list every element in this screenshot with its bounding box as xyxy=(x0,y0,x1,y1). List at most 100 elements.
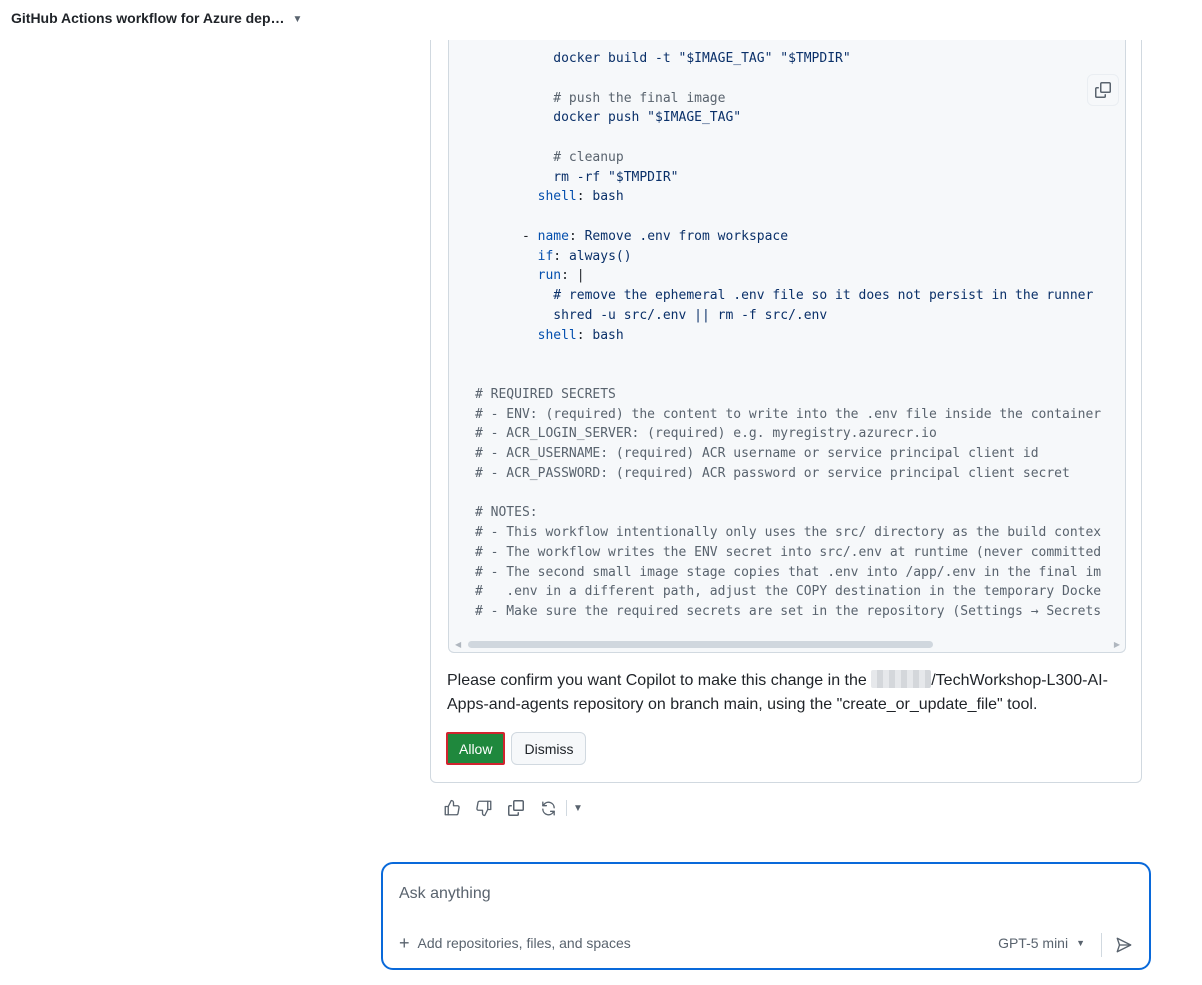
conversation-title-dropdown[interactable]: GitHub Actions workflow for Azure dep… ▼ xyxy=(11,10,302,26)
confirm-actions: Allow Dismiss xyxy=(446,732,587,765)
code-token: shell xyxy=(475,189,577,205)
allow-button[interactable]: Allow xyxy=(446,732,506,765)
code-line: # - ACR_PASSWORD: (required) ACR passwor… xyxy=(475,464,1125,484)
chevron-down-icon: ▼ xyxy=(292,13,303,25)
code-line: # - ENV: (required) the content to write… xyxy=(475,405,1125,425)
dismiss-button[interactable]: Dismiss xyxy=(511,732,587,765)
code-line: # - ACR_LOGIN_SERVER: (required) e.g. my… xyxy=(475,424,1125,444)
code-token: : xyxy=(576,189,593,205)
code-line: shell: bash xyxy=(475,187,1125,207)
send-button[interactable] xyxy=(1113,934,1135,956)
code-token: : xyxy=(561,268,577,284)
code-token: : xyxy=(553,248,569,264)
code-line: # - The workflow writes the ENV secret i… xyxy=(475,543,1125,563)
add-context-label: Add repositories, files, and spaces xyxy=(417,935,631,951)
code-token: docker build -t "$IMAGE_TAG" "$TMPDIR" xyxy=(475,51,851,66)
code-token: # - The workflow writes the ENV secret i… xyxy=(475,544,1102,560)
horizontal-scrollbar[interactable]: ◀ ▶ xyxy=(455,638,1120,650)
code-token: shred -u src/.env || rm -f src/.env xyxy=(475,307,828,323)
code-line: # push the final image xyxy=(475,89,1125,109)
conversation-title: GitHub Actions workflow for Azure dep… xyxy=(11,10,285,26)
code-line: docker push "$IMAGE_TAG" xyxy=(475,108,1125,128)
ask-anything-input[interactable] xyxy=(399,882,1119,906)
code-token: - xyxy=(475,228,538,244)
code-token: # - ENV: (required) the content to write… xyxy=(475,406,1102,422)
chat-composer: + Add repositories, files, and spaces GP… xyxy=(381,862,1151,970)
thumbs-up-button[interactable] xyxy=(436,796,468,820)
composer-divider xyxy=(1101,933,1102,957)
code-line: # REQUIRED SECRETS xyxy=(475,385,1125,405)
copy-icon xyxy=(1095,82,1111,98)
code-line: # - Make sure the required secrets are s… xyxy=(475,602,1125,622)
code-token: docker push "$IMAGE_TAG" xyxy=(475,110,742,126)
code-token: # - ACR_LOGIN_SERVER: (required) e.g. my… xyxy=(475,426,937,442)
code-token: run xyxy=(475,268,562,284)
code-token: always() xyxy=(568,248,632,264)
code-token: # - ACR_PASSWORD: (required) ACR passwor… xyxy=(475,465,1070,481)
assistant-message: docker build -t "$IMAGE_TAG" "$TMPDIR" #… xyxy=(430,40,1142,783)
code-line: # NOTES: xyxy=(475,503,1125,523)
code-line: # remove the ephemeral .env file so it d… xyxy=(475,286,1125,306)
code-token: # - This workflow intentionally only use… xyxy=(475,525,1102,540)
code-token: | xyxy=(576,268,585,284)
code-token: if xyxy=(475,248,554,264)
code-token: # .env in a different path, adjust the C… xyxy=(475,584,1102,600)
retry-icon xyxy=(541,800,555,816)
toolbar-divider xyxy=(566,800,567,816)
retry-options-chevron-down-icon[interactable]: ▼ xyxy=(569,803,587,814)
code-token: # - The second small image stage copies … xyxy=(475,564,1102,580)
thumbs-down-button[interactable] xyxy=(468,796,500,820)
code-block: docker build -t "$IMAGE_TAG" "$TMPDIR" #… xyxy=(448,40,1126,653)
copy-response-button[interactable] xyxy=(500,796,532,820)
code-token: : xyxy=(568,228,585,244)
copy-code-button[interactable] xyxy=(1087,74,1119,106)
scroll-left-icon[interactable]: ◀ xyxy=(455,640,461,649)
plus-icon: + xyxy=(399,933,410,953)
confirm-text-before: Please confirm you want Copilot to make … xyxy=(447,672,872,689)
code-token: rm -rf "$TMPDIR" xyxy=(475,169,679,185)
code-line: # cleanup xyxy=(475,148,1125,168)
send-icon xyxy=(1116,937,1132,953)
model-picker[interactable]: GPT-5 mini ▼ xyxy=(998,935,1085,951)
thumbs-up-icon xyxy=(444,799,460,816)
redacted-owner xyxy=(871,670,932,688)
code-line: rm -rf "$TMPDIR" xyxy=(475,168,1125,188)
code-token: : xyxy=(576,327,593,343)
add-context-button[interactable]: + Add repositories, files, and spaces xyxy=(399,933,631,953)
message-feedback-toolbar: ▼ xyxy=(436,796,587,820)
code-line: # - The second small image stage copies … xyxy=(475,563,1125,583)
code-token: # remove the ephemeral .env file so it d… xyxy=(475,288,1094,303)
code-line: shred -u src/.env || rm -f src/.env xyxy=(475,306,1125,326)
confirmation-message: Please confirm you want Copilot to make … xyxy=(447,669,1132,717)
code-line: if: always() xyxy=(475,247,1125,267)
thumbs-down-icon xyxy=(476,800,492,817)
code-line: shell: bash xyxy=(475,326,1125,346)
code-token: # push the final image xyxy=(475,90,726,106)
code-token: # cleanup xyxy=(475,149,624,165)
code-token: name xyxy=(537,228,569,244)
code-token: # - ACR_USERNAME: (required) ACR usernam… xyxy=(475,446,1039,461)
code-line: - name: Remove .env from workspace xyxy=(475,227,1125,247)
code-line: # .env in a different path, adjust the C… xyxy=(475,582,1125,602)
code-token: # REQUIRED SECRETS xyxy=(475,386,616,402)
scroll-right-icon[interactable]: ▶ xyxy=(1114,640,1120,649)
code-token: shell xyxy=(475,327,577,343)
code-line: # - This workflow intentionally only use… xyxy=(475,523,1125,543)
code-token: Remove .env from workspace xyxy=(584,228,789,244)
code-token: bash xyxy=(592,327,624,343)
code-token: # - Make sure the required secrets are s… xyxy=(475,604,1102,619)
code-token: bash xyxy=(592,189,624,205)
code-line: run: | xyxy=(475,266,1125,286)
code-token: # NOTES: xyxy=(475,505,538,521)
retry-button[interactable] xyxy=(532,796,564,820)
model-name: GPT-5 mini xyxy=(998,935,1069,951)
code-content: docker build -t "$IMAGE_TAG" "$TMPDIR" #… xyxy=(475,49,1125,634)
chevron-down-icon: ▼ xyxy=(1076,938,1085,948)
scrollbar-thumb[interactable] xyxy=(468,641,933,648)
